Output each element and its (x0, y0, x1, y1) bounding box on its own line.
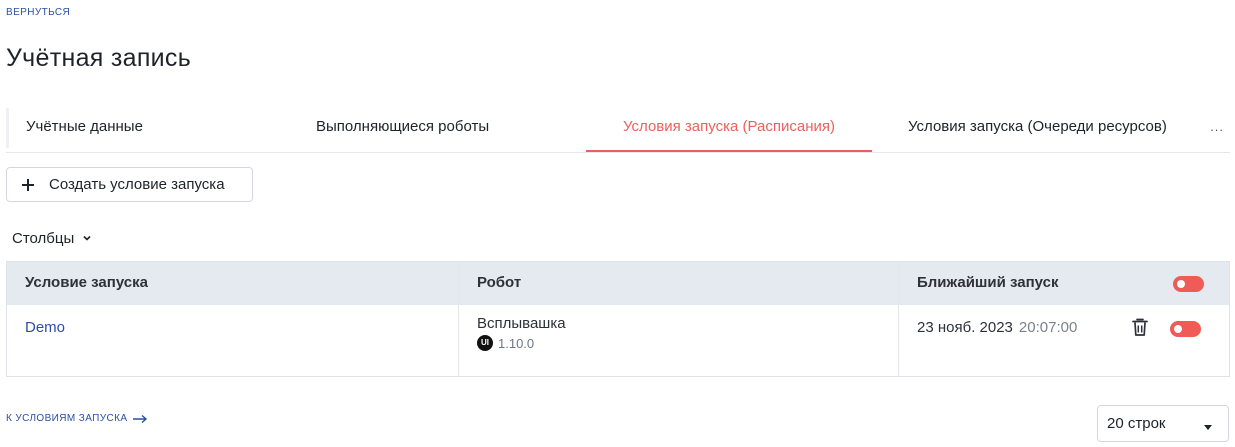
header-toggle[interactable] (1173, 276, 1204, 292)
conditions-table: Условие запуска Робот Ближайший запуск D… (6, 261, 1230, 377)
tab-bar-rail (6, 108, 9, 148)
robot-version-text: 1.10.0 (498, 335, 535, 351)
back-link[interactable]: ВЕРНУТЬСЯ (6, 7, 70, 18)
column-header-next-run[interactable]: Ближайший запуск (917, 262, 1059, 305)
next-run-time: 20:07:00 (1018, 319, 1078, 336)
toggle-knob (1177, 280, 1185, 288)
page: ВЕРНУТЬСЯ Учётная запись Учётные данные … (0, 0, 1235, 447)
ui-badge-icon: UI (477, 335, 493, 351)
tab-schedules[interactable]: Условия запуска (Расписания) (586, 104, 872, 152)
row-enabled-toggle[interactable] (1170, 321, 1201, 337)
plus-icon (22, 178, 34, 191)
condition-link[interactable]: Demo (25, 319, 65, 336)
tab-bar: Учётные данные Выполняющиеся роботы Усло… (6, 104, 1230, 153)
chevron-down-icon (83, 235, 91, 241)
rows-per-page-select[interactable]: 20 строк (1097, 405, 1229, 442)
column-header-condition[interactable]: Условие запуска (25, 262, 148, 305)
tab-running-robots[interactable]: Выполняющиеся роботы (316, 104, 489, 152)
columns-label: Столбцы (12, 229, 75, 247)
to-conditions-label: К УСЛОВИЯМ ЗАПУСКА (6, 413, 128, 424)
create-condition-button[interactable]: Создать условие запуска (6, 167, 253, 202)
next-run: 23 нояб. 2023 20:07:00 (917, 319, 1077, 336)
columns-dropdown[interactable]: Столбцы (12, 228, 92, 248)
tabs-more-button[interactable]: ... (1210, 104, 1224, 152)
next-run-date: 23 нояб. 2023 (917, 319, 1013, 336)
trash-icon[interactable] (1131, 317, 1149, 337)
arrow-right-icon (133, 414, 148, 423)
table-header: Условие запуска Робот Ближайший запуск (7, 262, 1229, 305)
table-row: Demo Всплывашка UI 1.10.0 23 нояб. 2023 2… (7, 305, 1229, 376)
robot-version: UI 1.10.0 (477, 335, 534, 351)
create-condition-label: Создать условие запуска (49, 176, 225, 193)
page-title: Учётная запись (6, 44, 192, 72)
toggle-knob (1174, 325, 1182, 333)
rows-per-page-value: 20 строк (1107, 415, 1166, 432)
robot-name: Всплывашка (477, 315, 566, 332)
tab-resource-queues[interactable]: Условия запуска (Очереди ресурсов) (908, 104, 1167, 152)
tab-credentials[interactable]: Учётные данные (26, 104, 143, 152)
to-conditions-link[interactable]: К УСЛОВИЯМ ЗАПУСКА (6, 413, 148, 424)
column-header-robot[interactable]: Робот (477, 262, 521, 305)
caret-down-icon (1204, 425, 1212, 430)
